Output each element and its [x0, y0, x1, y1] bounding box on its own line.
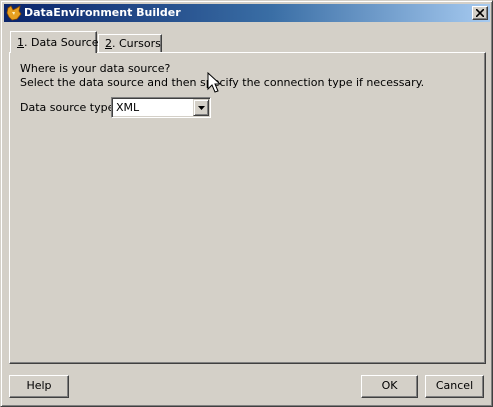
close-icon [476, 9, 484, 17]
tab-panel-data-source: Where is your data source? Select the da… [9, 52, 486, 364]
cancel-button[interactable]: Cancel [425, 375, 484, 398]
question-text: Where is your data source? [20, 62, 171, 75]
ok-button[interactable]: OK [361, 375, 418, 398]
tab-data-source[interactable]: 1. Data Source [10, 31, 99, 53]
data-source-type-label: Data source type [20, 101, 115, 114]
help-button[interactable]: Help [9, 375, 69, 398]
tab-data-source-label: 1. Data Source [17, 36, 99, 49]
data-source-type-value: XML [116, 101, 140, 114]
tab-cursors-label: 2. Cursors [105, 37, 161, 50]
tab-cursors[interactable]: 2. Cursors [98, 34, 162, 52]
chevron-down-icon [198, 106, 205, 110]
fox-icon [6, 5, 22, 21]
instruction-text: Select the data source and then specify … [20, 76, 425, 89]
dialog-window: DataEnvironment Builder 1. Data Source 2… [0, 0, 493, 407]
data-source-type-select[interactable]: XML [111, 97, 211, 118]
mouse-pointer-icon [207, 72, 221, 93]
title-bar[interactable]: DataEnvironment Builder [4, 4, 490, 22]
close-button[interactable] [472, 6, 488, 20]
window-title: DataEnvironment Builder [24, 6, 181, 19]
dropdown-button[interactable] [193, 99, 209, 116]
